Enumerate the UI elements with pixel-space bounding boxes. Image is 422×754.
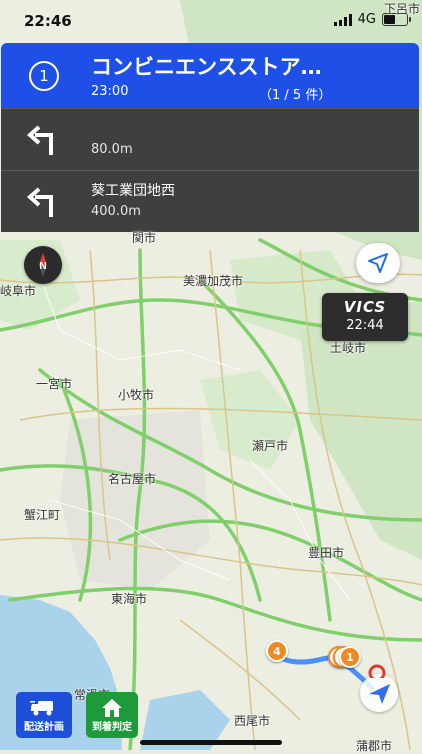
status-bar: 22:46 4G [0,0,422,42]
home-icon [102,699,122,717]
map-label-shimoro: 下呂市 [384,2,421,16]
compass-button[interactable]: N [24,246,62,284]
map-label-gamagori: 蒲郡市 [356,739,393,753]
svg-text:N: N [39,261,46,272]
navigation-panel: 1 コンビニエンスストア… 23:00 （1 / 5 件） 80.0m 葵工業団… [1,43,419,232]
locate-button[interactable] [356,243,400,283]
arrival-check-label: 到着判定 [92,722,132,733]
map-label-minokamo: 美濃加茂市 [183,274,244,288]
delivery-truck-icon [30,701,53,716]
arrival-time: 23:00 [91,84,129,99]
vics-time: 22:44 [346,318,384,333]
map-label-nishio: 西尾市 [234,714,271,728]
location-arrow-icon [368,253,388,273]
route-stop-pin[interactable]: 1 [339,646,361,668]
step-distance: 80.0m [91,142,133,157]
map-label-seki: 関市 [132,231,157,245]
current-location-marker[interactable] [360,674,398,712]
status-time: 22:46 [24,12,72,30]
map-label-tokai: 東海市 [111,592,148,606]
route-stop-pin[interactable]: 4 [266,640,288,662]
step-distance: 400.0m [91,204,141,219]
network-label: 4G [357,12,376,27]
destination-header[interactable]: 1 コンビニエンスストア… 23:00 （1 / 5 件） [1,43,419,108]
turn-left-icon [27,125,53,155]
map-label-ichinomiya: 一宮市 [36,377,73,391]
map-label-nagoya: 名古屋市 [108,472,157,486]
delivery-plan-label: 配送計画 [24,722,64,733]
map-label-seto: 瀬戸市 [252,439,289,453]
map-label-kanie: 蟹江町 [24,508,61,522]
compass-icon: N [39,253,47,277]
navigation-arrow-icon [369,684,390,704]
delivery-plan-button[interactable]: 配送計画 [16,692,72,738]
destination-number-badge: 1 [29,61,59,91]
arrival-check-button[interactable]: 到着判定 [86,692,138,738]
map-label-komaki: 小牧市 [118,388,155,402]
nav-step-2[interactable]: 葵工業団地西 400.0m [1,170,419,232]
home-indicator [140,740,282,745]
vics-panel[interactable]: VICS 22:44 [322,293,408,341]
destination-marker-icon [368,664,386,678]
turn-left-icon [27,187,53,217]
vics-title: VICS [343,298,387,316]
destination-name: コンビニエンスストア… [91,55,322,79]
destination-count: （1 / 5 件） [259,88,332,103]
signal-icon [333,13,352,26]
map-label-gifu: 岐阜市 [0,284,37,298]
map-label-toyota: 豊田市 [308,546,345,560]
step-street: 葵工業団地西 [91,183,175,199]
nav-step-1[interactable]: 80.0m [1,108,419,170]
map-label-toki: 土岐市 [330,341,367,355]
